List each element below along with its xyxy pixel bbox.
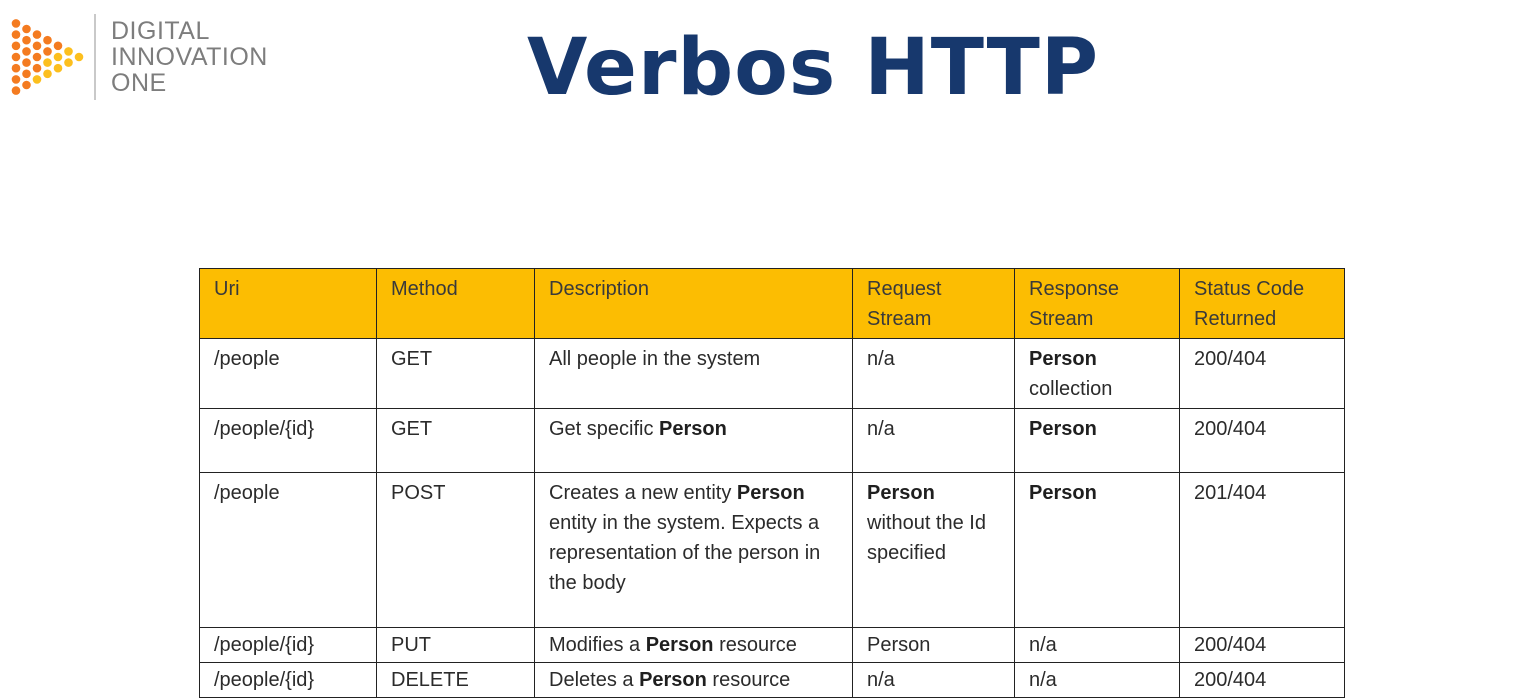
slide: DIGITAL INNOVATION ONE Verbos HTTP Uri M…	[0, 0, 1526, 700]
request-text: n/a	[867, 669, 895, 691]
cell-method: GET	[376, 408, 535, 473]
cell-response-stream: Person	[1014, 408, 1180, 473]
cell-request-stream: n/a	[852, 408, 1015, 473]
table-header-row: Uri Method Description Request Stream Re…	[199, 268, 1345, 339]
table-row: /people/{id} PUT Modifies a Person resourc…	[199, 627, 1345, 663]
request-text: n/a	[867, 348, 895, 370]
cell-method: GET	[376, 338, 535, 409]
cell-method: POST	[376, 472, 535, 628]
slide-title: Verbos HTTP	[526, 23, 1100, 113]
header-uri: Uri	[199, 268, 377, 339]
request-text: Person	[867, 634, 931, 656]
table-row: /people/{id} DELETE Deletes a Person resou…	[199, 662, 1345, 698]
response-bold: Person	[1029, 348, 1097, 370]
header-method: Method	[376, 268, 535, 339]
response-text: n/a	[1029, 669, 1057, 691]
header-status-code: Status Code Returned	[1179, 268, 1345, 339]
cell-description: Modifies a Person resource	[534, 627, 853, 663]
cell-uri: /people/{id}	[199, 408, 377, 473]
cell-status-code: 200/404	[1179, 662, 1345, 698]
cell-request-stream: n/a	[852, 662, 1015, 698]
description-text: Modifies a	[549, 634, 646, 656]
description-tail: resource	[713, 634, 797, 656]
table-row: /people POST Creates a new entity Person e…	[199, 472, 1345, 628]
http-verbs-table: Uri Method Description Request Stream Re…	[199, 268, 1345, 698]
table-row: /people GET All people in the system n/a Per…	[199, 338, 1345, 409]
cell-uri: /people	[199, 472, 377, 628]
request-text: without the Id specified	[867, 512, 986, 564]
description-text: Get specific	[549, 418, 660, 440]
description-tail: entity in the system. Expects a represen…	[549, 512, 821, 594]
request-text: n/a	[867, 418, 895, 440]
cell-response-stream: Person	[1014, 472, 1180, 628]
description-bold: Person	[736, 482, 805, 504]
cell-description: All people in the system	[534, 338, 853, 409]
description-bold: Person	[639, 669, 707, 691]
description-text: Creates a new entity	[549, 482, 737, 504]
cell-request-stream: Person	[852, 627, 1015, 663]
table-row: /people/{id} GET Get specific Person n/a Per…	[199, 408, 1345, 473]
header-description: Description	[534, 268, 853, 339]
description-text: Deletes a	[549, 669, 640, 691]
cell-response-stream: n/a	[1014, 627, 1180, 663]
cell-request-stream: Person without the Id specified	[852, 472, 1015, 628]
description-text: All people in the system	[549, 348, 761, 370]
response-bold: Person	[1029, 482, 1097, 504]
cell-uri: /people/{id}	[199, 627, 377, 663]
request-bold: Person	[867, 482, 935, 504]
cell-uri: /people	[199, 338, 377, 409]
description-tail: resource	[706, 669, 791, 691]
cell-request-stream: n/a	[852, 338, 1015, 409]
response-text: n/a	[1029, 634, 1057, 656]
cell-description: Creates a new entity Person entity in th…	[534, 472, 853, 628]
cell-method: PUT	[376, 627, 535, 663]
cell-status-code: 201/404	[1179, 472, 1345, 628]
description-bold: Person	[659, 418, 727, 440]
cell-status-code: 200/404	[1179, 408, 1345, 473]
response-bold: Person	[1029, 418, 1097, 440]
cell-method: DELETE	[376, 662, 535, 698]
cell-uri: /people/{id}	[199, 662, 377, 698]
cell-status-code: 200/404	[1179, 627, 1345, 663]
cell-description: Get specific Person	[534, 408, 853, 473]
cell-response-stream: n/a	[1014, 662, 1180, 698]
cell-status-code: 200/404	[1179, 338, 1345, 409]
response-text: collection	[1029, 378, 1113, 400]
header-response-stream: Response Stream	[1014, 268, 1180, 339]
description-bold: Person	[645, 634, 714, 656]
cell-response-stream: Person collection	[1014, 338, 1180, 409]
cell-description: Deletes a Person resource	[534, 662, 853, 698]
header-request-stream: Request Stream	[852, 268, 1015, 339]
